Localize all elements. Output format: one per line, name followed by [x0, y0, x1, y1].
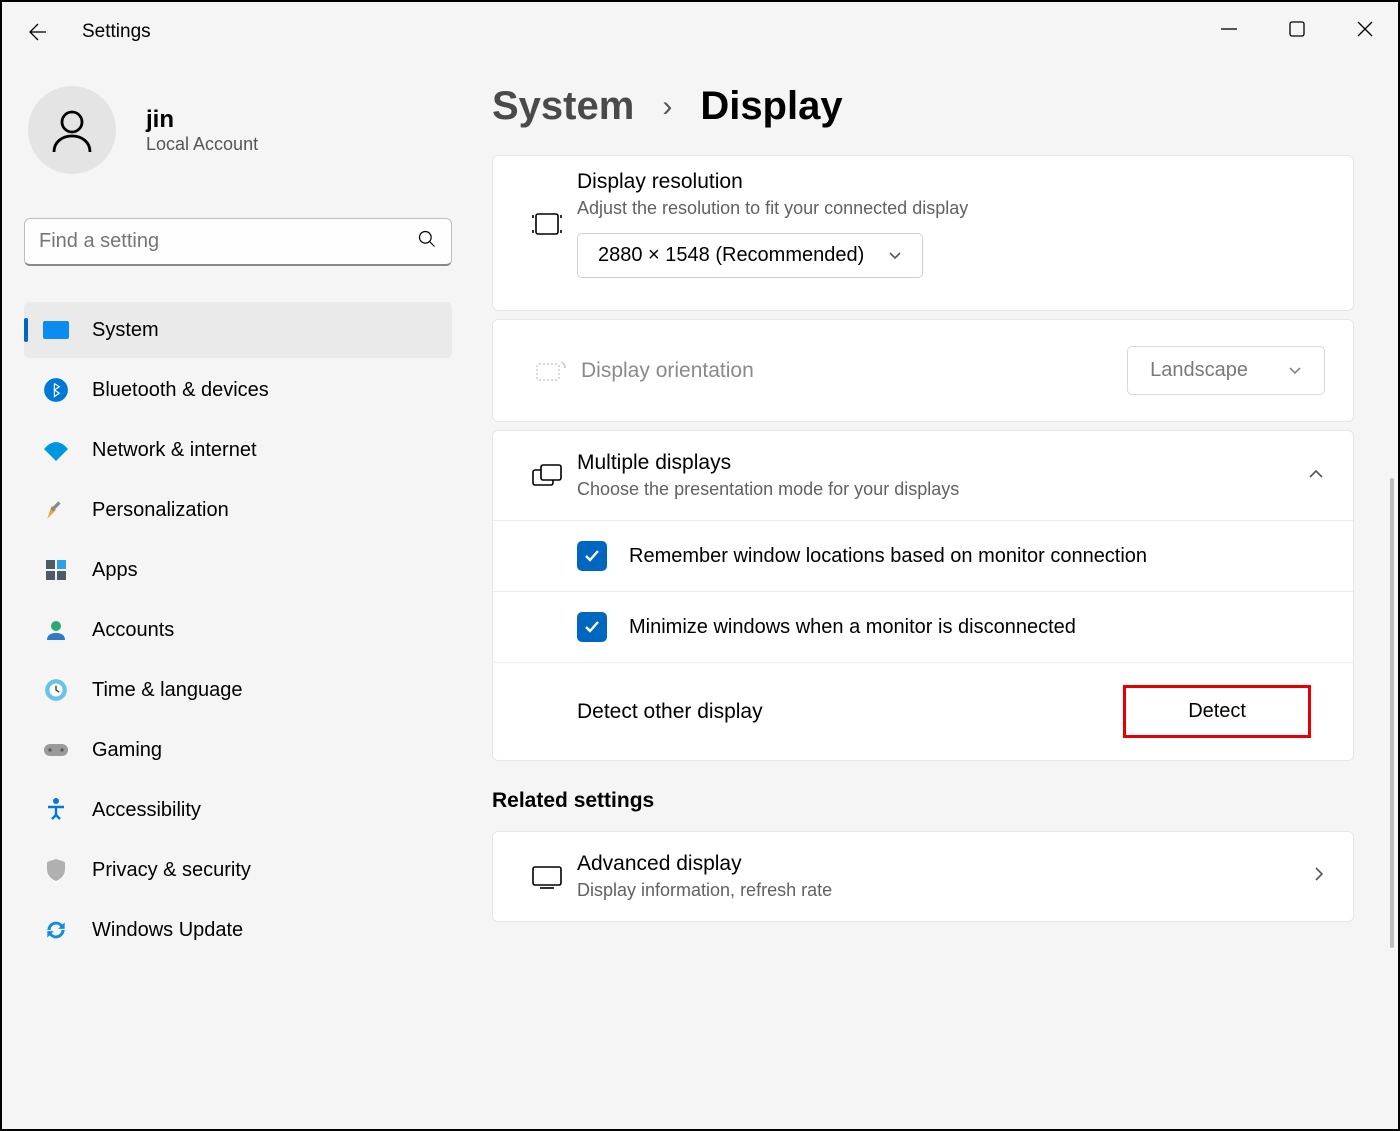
user-profile[interactable]: jin Local Account [24, 86, 452, 174]
detect-other-display-label: Detect other display [577, 700, 763, 724]
scrollbar[interactable] [1390, 478, 1394, 948]
close-button[interactable] [1356, 20, 1374, 44]
resolution-value: 2880 × 1548 (Recommended) [598, 244, 864, 267]
nav-bluetooth[interactable]: Bluetooth & devices [24, 362, 452, 418]
display-orientation-card: Display orientation Landscape [492, 319, 1354, 422]
advanced-display-subtitle: Display information, refresh rate [577, 880, 1313, 901]
nav-label: Personalization [92, 499, 229, 522]
network-icon [42, 436, 70, 464]
nav-system[interactable]: System [24, 302, 452, 358]
breadcrumb: System › Display [492, 84, 1354, 129]
minimize-on-disconnect-checkbox[interactable] [577, 612, 607, 642]
update-icon [42, 916, 70, 944]
monitor-icon [517, 864, 577, 890]
user-type: Local Account [146, 134, 258, 155]
minimize-on-disconnect-row[interactable]: Minimize windows when a monitor is disco… [493, 591, 1353, 662]
nav-privacy[interactable]: Privacy & security [24, 842, 452, 898]
system-icon [42, 316, 70, 344]
detect-button[interactable]: Detect [1123, 685, 1311, 738]
minimize-button[interactable] [1220, 20, 1238, 44]
orientation-title: Display orientation [581, 359, 1127, 383]
resolution-subtitle: Adjust the resolution to fit your connec… [577, 198, 1329, 219]
multiple-displays-icon [517, 462, 577, 490]
nav-accessibility[interactable]: Accessibility [24, 782, 452, 838]
time-icon [42, 676, 70, 704]
back-icon[interactable] [24, 20, 48, 44]
nav-gaming[interactable]: Gaming [24, 722, 452, 778]
chevron-right-icon: › [662, 90, 672, 124]
chevron-right-icon [1313, 865, 1325, 888]
avatar [28, 86, 116, 174]
breadcrumb-current: Display [700, 84, 842, 129]
related-settings-heading: Related settings [492, 789, 1354, 813]
nav-accounts[interactable]: Accounts [24, 602, 452, 658]
search-icon [417, 229, 437, 254]
search-box[interactable] [24, 218, 452, 266]
display-resolution-card: Display resolution Adjust the resolution… [492, 155, 1354, 311]
personalization-icon [42, 496, 70, 524]
remember-locations-label: Remember window locations based on monit… [629, 545, 1147, 568]
nav-windows-update[interactable]: Windows Update [24, 902, 452, 958]
remember-locations-row[interactable]: Remember window locations based on monit… [493, 520, 1353, 591]
nav-label: Time & language [92, 679, 242, 702]
chevron-up-icon [1307, 467, 1325, 485]
privacy-icon [42, 856, 70, 884]
multiple-displays-header[interactable]: Multiple displays Choose the presentatio… [493, 431, 1353, 520]
remember-locations-checkbox[interactable] [577, 541, 607, 571]
maximize-button[interactable] [1288, 20, 1306, 44]
resolution-title: Display resolution [577, 170, 1329, 194]
nav-label: Gaming [92, 739, 162, 762]
breadcrumb-parent[interactable]: System [492, 84, 634, 129]
bluetooth-icon [42, 376, 70, 404]
minimize-on-disconnect-label: Minimize windows when a monitor is disco… [629, 616, 1076, 639]
apps-icon [42, 556, 70, 584]
orientation-value: Landscape [1150, 359, 1248, 382]
chevron-down-icon [888, 244, 902, 267]
multi-title: Multiple displays [577, 451, 1307, 475]
resolution-icon [517, 210, 577, 238]
nav-label: Windows Update [92, 919, 243, 942]
multi-subtitle: Choose the presentation mode for your di… [577, 479, 1307, 500]
orientation-icon [521, 358, 581, 384]
multiple-displays-card: Multiple displays Choose the presentatio… [492, 430, 1354, 761]
nav-time-language[interactable]: Time & language [24, 662, 452, 718]
nav-label: Accounts [92, 619, 174, 642]
nav-label: Accessibility [92, 799, 201, 822]
accounts-icon [42, 616, 70, 644]
gaming-icon [42, 736, 70, 764]
chevron-down-icon [1288, 359, 1302, 382]
advanced-display-title: Advanced display [577, 852, 1313, 876]
nav-network[interactable]: Network & internet [24, 422, 452, 478]
nav-label: Apps [92, 559, 138, 582]
app-title: Settings [82, 21, 151, 43]
nav-label: Privacy & security [92, 859, 251, 882]
user-name: jin [146, 106, 258, 134]
advanced-display-card[interactable]: Advanced display Display information, re… [492, 831, 1354, 922]
nav-apps[interactable]: Apps [24, 542, 452, 598]
nav-label: System [92, 319, 159, 342]
nav-label: Network & internet [92, 439, 257, 462]
search-input[interactable] [39, 230, 417, 253]
accessibility-icon [42, 796, 70, 824]
resolution-select[interactable]: 2880 × 1548 (Recommended) [577, 233, 923, 278]
nav-personalization[interactable]: Personalization [24, 482, 452, 538]
orientation-select[interactable]: Landscape [1127, 346, 1325, 395]
nav-label: Bluetooth & devices [92, 379, 269, 402]
